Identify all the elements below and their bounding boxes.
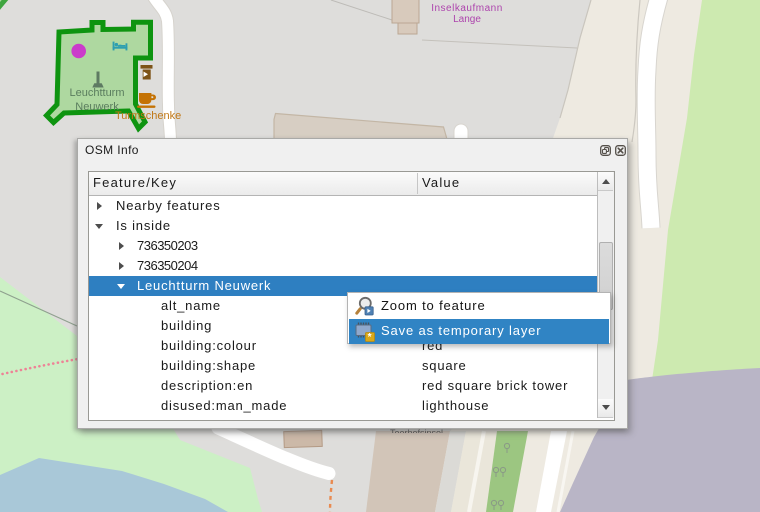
svg-text:Turmschenke: Turmschenke: [115, 110, 181, 122]
svg-text:Lange: Lange: [453, 14, 481, 25]
svg-text:*: *: [368, 332, 373, 342]
svg-text:Leuchtturm: Leuchtturm: [69, 87, 124, 99]
svg-text:Inselkaufmann: Inselkaufmann: [431, 3, 503, 14]
svg-text:Neuwerk: Neuwerk: [75, 101, 119, 113]
